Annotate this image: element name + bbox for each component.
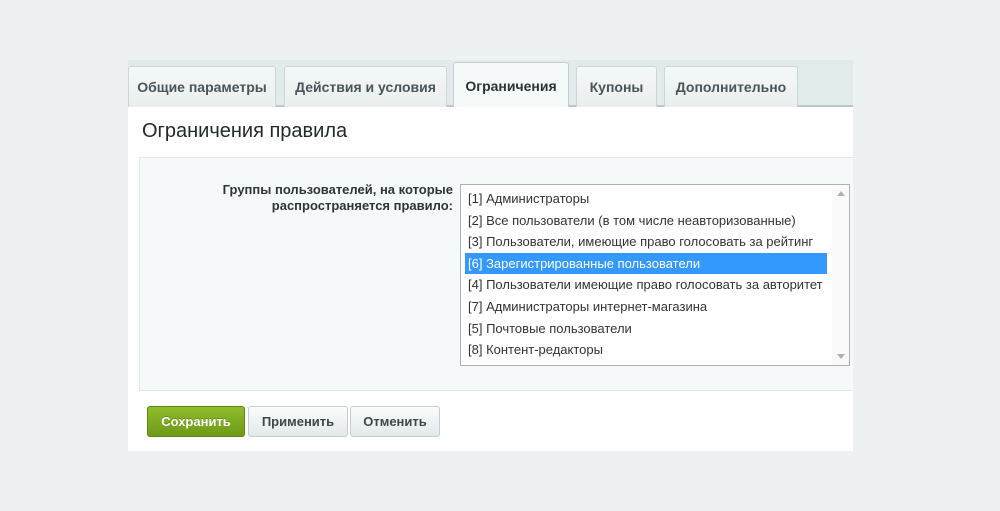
tab-additional[interactable]: Дополнительно	[664, 66, 798, 107]
user-group-option[interactable]: [3] Пользователи, имеющие право голосова…	[465, 231, 827, 253]
apply-button[interactable]: Применить	[248, 406, 348, 437]
tab-bar: Общие параметры Действия и условия Огран…	[128, 60, 853, 108]
section-title: Ограничения правила	[142, 120, 348, 142]
tab-content: Ограничения правила Группы пользователей…	[128, 107, 853, 451]
user-group-option[interactable]: [8] Контент-редакторы	[465, 339, 827, 361]
user-groups-label: Группы пользователей, на которые распрос…	[222, 182, 453, 213]
user-groups-select[interactable]: [1] Администраторы [2] Все пользователи (…	[460, 184, 850, 366]
save-button[interactable]: Сохранить	[147, 406, 245, 437]
tab-restrictions[interactable]: Ограничения	[453, 62, 569, 108]
cancel-button[interactable]: Отменить	[350, 406, 440, 437]
user-group-option[interactable]: [5] Почтовые пользователи	[465, 318, 827, 340]
settings-panel: Общие параметры Действия и условия Огран…	[128, 60, 853, 451]
listbox-scrollbar[interactable]	[832, 185, 849, 365]
tab-general[interactable]: Общие параметры	[128, 66, 276, 107]
user-groups-options: [1] Администраторы [2] Все пользователи (…	[461, 185, 827, 361]
user-group-option[interactable]: [7] Администраторы интернет-магазина	[465, 296, 827, 318]
tab-coupons[interactable]: Купоны	[576, 66, 657, 107]
user-group-option[interactable]: [1] Администраторы	[465, 188, 827, 210]
user-group-option[interactable]: [2] Все пользователи (в том числе неавто…	[465, 210, 827, 232]
form-box: Группы пользователей, на которые распрос…	[139, 157, 853, 391]
scroll-down-icon[interactable]	[837, 354, 845, 359]
scroll-up-icon[interactable]	[837, 191, 845, 196]
user-group-option[interactable]: [4] Пользователи имеющие право голосоват…	[465, 274, 827, 296]
user-group-option[interactable]: [6] Зарегистрированные пользователи	[465, 252, 827, 275]
tab-actions-conditions[interactable]: Действия и условия	[284, 66, 447, 107]
